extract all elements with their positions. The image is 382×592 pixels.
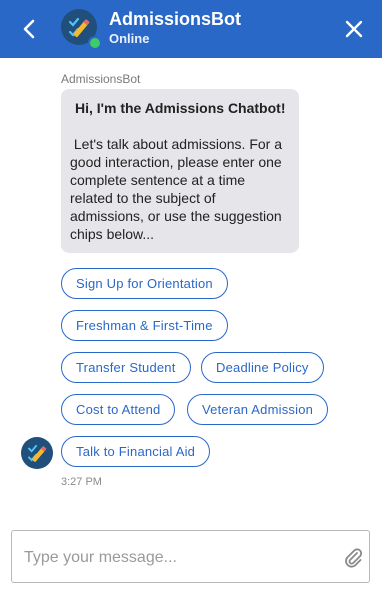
paperclip-icon[interactable]	[343, 547, 363, 569]
chip-deadline-policy[interactable]: Deadline Policy	[201, 352, 324, 383]
chip-veteran-admission[interactable]: Veteran Admission	[187, 394, 329, 425]
close-button[interactable]	[340, 16, 368, 42]
bot-status: Online	[109, 31, 150, 46]
chip-transfer-student[interactable]: Transfer Student	[61, 352, 191, 383]
chat-header: AdmissionsBot Online	[0, 0, 382, 58]
bot-avatar-small	[21, 437, 53, 469]
chip-talk-financial-aid[interactable]: Talk to Financial Aid	[61, 436, 211, 467]
message-body: Let's talk about admissions. For a good …	[70, 136, 286, 242]
chip-cost-to-attend[interactable]: Cost to Attend	[61, 394, 176, 425]
back-button[interactable]	[16, 16, 42, 42]
bot-message-bubble: Hi, I'm the Admissions Chatbot! Let's ta…	[61, 89, 299, 253]
chevron-left-icon	[23, 19, 35, 39]
chip-freshman-first-time[interactable]: Freshman & First-Time	[61, 310, 228, 341]
bot-name: AdmissionsBot	[109, 9, 242, 29]
online-status-dot	[88, 36, 102, 50]
message-title: Hi, I'm the Admissions Chatbot!	[75, 100, 286, 116]
close-icon	[345, 20, 363, 38]
chip-sign-up-orientation[interactable]: Sign Up for Orientation	[61, 268, 228, 299]
message-timestamp: 3:27 PM	[61, 476, 102, 488]
message-input[interactable]	[22, 545, 326, 571]
message-sender: AdmissionsBot	[61, 72, 141, 86]
message-composer	[11, 530, 370, 583]
